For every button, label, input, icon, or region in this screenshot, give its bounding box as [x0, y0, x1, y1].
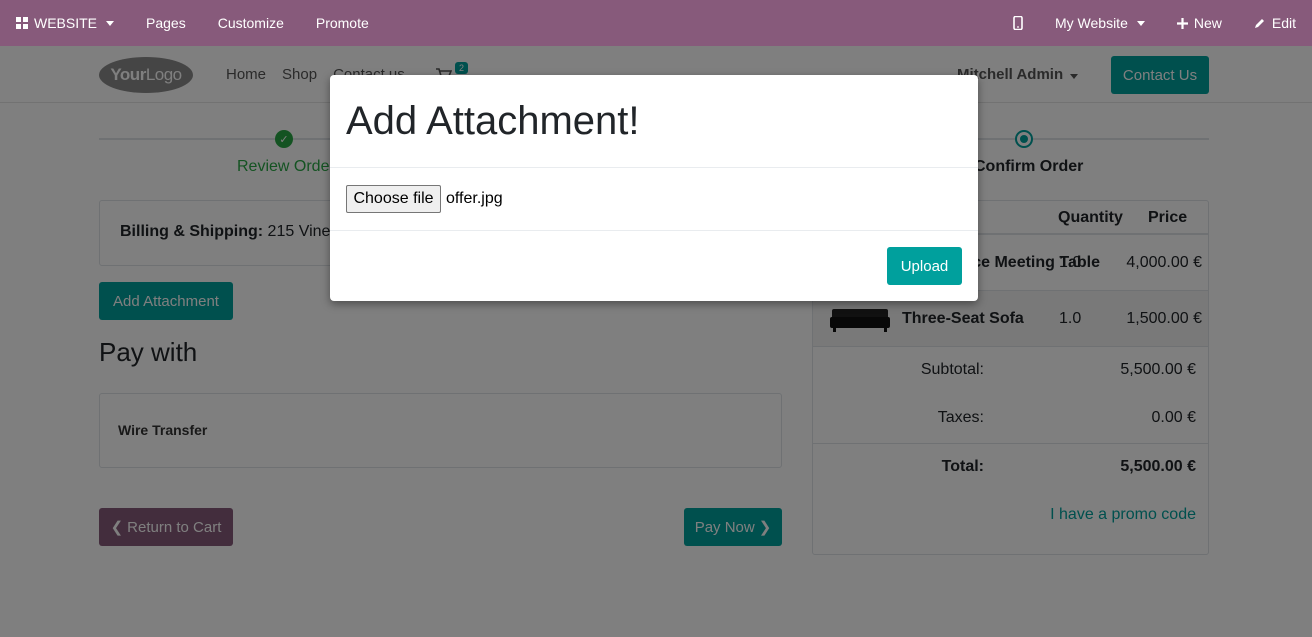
- edit-label: Edit: [1271, 15, 1296, 31]
- dialog-divider: [330, 230, 978, 231]
- pages-menu[interactable]: Pages: [130, 0, 202, 46]
- plus-icon: [1176, 17, 1188, 29]
- choose-file-button[interactable]: Choose file: [346, 185, 441, 213]
- add-attachment-dialog: Add Attachment! Choose file offer.jpg Up…: [330, 75, 978, 301]
- new-button[interactable]: New: [1161, 0, 1238, 46]
- chevron-down-icon: [1136, 20, 1145, 26]
- pencil-icon: [1254, 19, 1264, 28]
- apps-grid-icon: [16, 17, 28, 29]
- dialog-title: Add Attachment!: [346, 99, 640, 143]
- upload-button[interactable]: Upload: [887, 247, 962, 285]
- chevron-down-icon: [106, 20, 115, 26]
- dialog-divider: [330, 167, 978, 168]
- mobile-preview-button[interactable]: [997, 0, 1039, 46]
- website-menu-label: WEBSITE: [34, 15, 98, 31]
- my-website-menu[interactable]: My Website: [1039, 0, 1161, 46]
- my-website-label: My Website: [1054, 15, 1128, 31]
- mobile-icon: [1013, 16, 1023, 30]
- admin-navbar: WEBSITE Pages Customize Promote My Websi…: [0, 0, 1312, 46]
- new-label: New: [1193, 15, 1222, 31]
- promote-menu[interactable]: Promote: [300, 0, 385, 46]
- selected-file-name: offer.jpg: [446, 190, 503, 207]
- website-menu[interactable]: WEBSITE: [0, 0, 130, 46]
- edit-button[interactable]: Edit: [1238, 0, 1312, 46]
- customize-menu[interactable]: Customize: [202, 0, 300, 46]
